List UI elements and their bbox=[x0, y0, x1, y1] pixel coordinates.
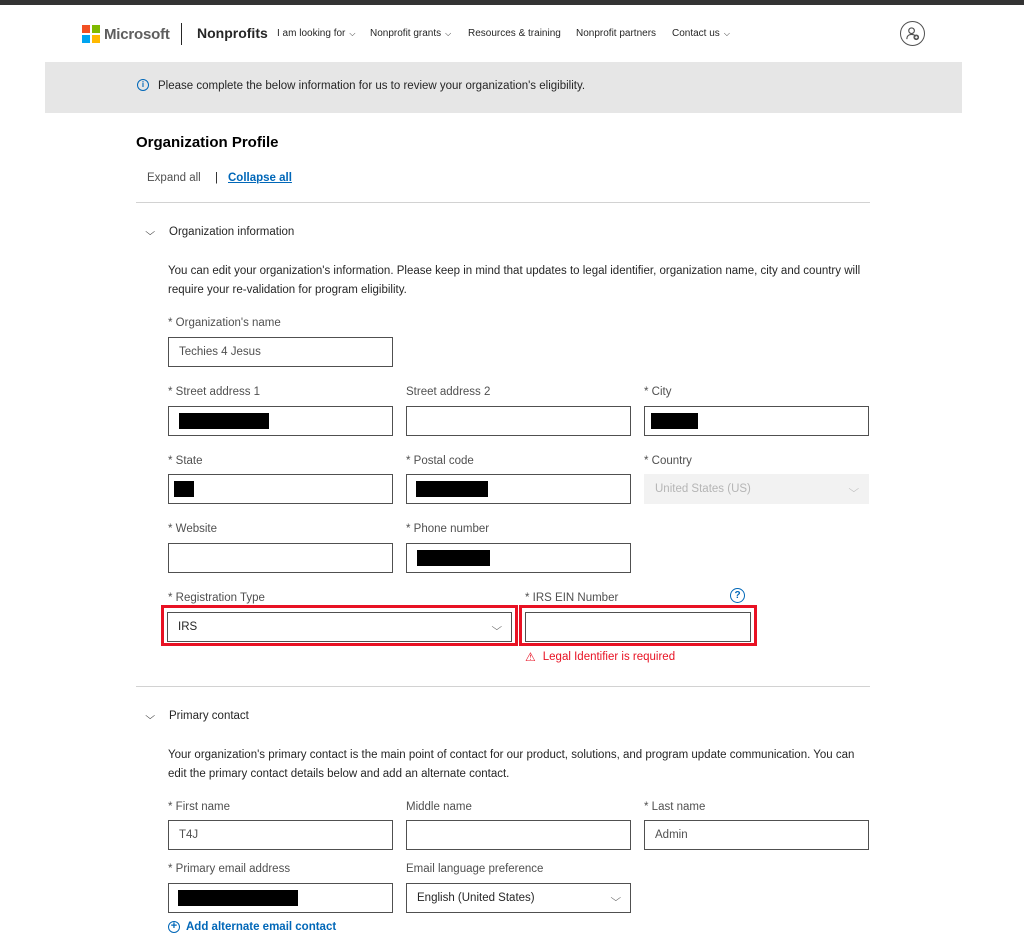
last-name-value: Admin bbox=[655, 829, 688, 841]
site-header: Microsoft Nonprofits I am looking for ⌵ … bbox=[0, 5, 1024, 62]
ein-label: * IRS EIN Number bbox=[525, 592, 619, 604]
nav-label: I am looking for bbox=[277, 28, 346, 39]
chevron-down-icon: ⌵ bbox=[610, 892, 622, 904]
chevron-down-icon: ⌵ bbox=[349, 28, 356, 38]
street2-label: Street address 2 bbox=[406, 386, 491, 398]
last-name-label: * Last name bbox=[644, 801, 706, 813]
street1-label: * Street address 1 bbox=[168, 386, 261, 398]
section-divider bbox=[136, 202, 870, 203]
phone-label: * Phone number bbox=[406, 523, 490, 535]
redacted-value bbox=[179, 413, 269, 429]
nav-nonprofit-partners[interactable]: Nonprofit partners bbox=[576, 28, 656, 39]
org-section-description: You can edit your organization's informa… bbox=[168, 265, 861, 296]
website-label: * Website bbox=[168, 523, 218, 535]
contact-section-description: Your organization's primary contact is t… bbox=[168, 749, 855, 780]
first-name-label: * First name bbox=[168, 801, 230, 813]
user-plus-icon[interactable] bbox=[900, 21, 925, 46]
error-text: Legal Identifier is required bbox=[542, 651, 676, 663]
nav-nonprofit-grants[interactable]: Nonprofit grants ⌵ bbox=[370, 28, 451, 39]
nav-label: Nonprofit grants bbox=[370, 28, 442, 39]
info-banner-text: Please complete the below information fo… bbox=[158, 80, 586, 92]
phone-field[interactable] bbox=[406, 543, 631, 573]
microsoft-logo-icon bbox=[82, 25, 100, 43]
first-name-field[interactable]: T4J bbox=[168, 820, 393, 850]
section-toggle-primary-contact[interactable]: ⌵ Primary contact bbox=[145, 710, 249, 722]
help-icon[interactable]: ? bbox=[730, 588, 745, 603]
section-heading: Organization information bbox=[169, 226, 295, 238]
street2-field[interactable] bbox=[406, 406, 631, 436]
redacted-value bbox=[416, 481, 488, 497]
add-circle-icon: + bbox=[168, 921, 180, 933]
nav-label: Nonprofit partners bbox=[576, 28, 657, 39]
state-field[interactable] bbox=[168, 474, 393, 504]
street1-field[interactable] bbox=[168, 406, 393, 436]
registration-type-label: * Registration Type bbox=[168, 592, 265, 604]
website-field[interactable] bbox=[168, 543, 393, 573]
primary-email-field[interactable] bbox=[168, 883, 393, 913]
chevron-down-icon: ⌵ bbox=[491, 621, 503, 633]
state-label: * State bbox=[168, 455, 203, 467]
redacted-value bbox=[178, 890, 298, 906]
chevron-down-icon: ⌵ bbox=[445, 28, 452, 38]
info-icon: i bbox=[137, 79, 149, 91]
country-value: United States (US) bbox=[655, 483, 751, 495]
primary-email-label: * Primary email address bbox=[168, 863, 291, 875]
org-name-field[interactable]: Techies 4 Jesus bbox=[168, 337, 393, 367]
chevron-down-icon: ⌵ bbox=[723, 28, 730, 38]
email-language-label: Email language preference bbox=[406, 863, 544, 875]
brand-link[interactable]: Nonprofits bbox=[197, 25, 268, 41]
header-divider bbox=[181, 23, 182, 45]
nav-i-am-looking-for[interactable]: I am looking for ⌵ bbox=[277, 28, 355, 39]
email-language-select[interactable]: English (United States) ⌵ bbox=[406, 883, 631, 913]
registration-type-select[interactable]: IRS ⌵ bbox=[167, 612, 512, 642]
redacted-value bbox=[651, 413, 698, 429]
org-name-value: Techies 4 Jesus bbox=[179, 346, 261, 358]
postal-code-label: * Postal code bbox=[406, 455, 474, 467]
nav-contact-us[interactable]: Contact us ⌵ bbox=[672, 28, 730, 39]
link-separator: | bbox=[215, 172, 218, 184]
page-title: Organization Profile bbox=[136, 134, 279, 151]
nav-label: Resources & training bbox=[468, 28, 561, 39]
middle-name-label: Middle name bbox=[406, 801, 472, 813]
add-alternate-label: Add alternate email contact bbox=[186, 921, 337, 933]
warning-icon: ⚠ bbox=[525, 650, 536, 664]
email-language-value: English (United States) bbox=[417, 892, 535, 904]
postal-code-field[interactable] bbox=[406, 474, 631, 504]
chevron-down-icon: ⌵ bbox=[145, 226, 156, 238]
chevron-down-icon: ⌵ bbox=[848, 483, 860, 495]
section-toggle-organization-info[interactable]: ⌵ Organization information bbox=[145, 226, 295, 238]
redacted-value bbox=[417, 550, 490, 566]
city-label: * City bbox=[644, 386, 672, 398]
first-name-value: T4J bbox=[179, 829, 199, 841]
ein-error-message: ⚠ Legal Identifier is required bbox=[525, 650, 675, 664]
chevron-down-icon: ⌵ bbox=[145, 710, 156, 722]
collapse-all-link[interactable]: Collapse all bbox=[228, 172, 292, 184]
add-alternate-email-link[interactable]: + Add alternate email contact bbox=[168, 921, 336, 933]
country-label: * Country bbox=[644, 455, 692, 467]
nav-label: Contact us bbox=[672, 28, 720, 39]
city-field[interactable] bbox=[644, 406, 869, 436]
redacted-value bbox=[174, 481, 194, 497]
microsoft-logo[interactable]: Microsoft bbox=[82, 25, 170, 43]
registration-type-value: IRS bbox=[178, 621, 198, 633]
last-name-field[interactable]: Admin bbox=[644, 820, 869, 850]
microsoft-logo-text: Microsoft bbox=[104, 25, 170, 43]
middle-name-field[interactable] bbox=[406, 820, 631, 850]
ein-field[interactable] bbox=[525, 612, 751, 642]
country-select: United States (US) ⌵ bbox=[644, 474, 869, 504]
section-heading: Primary contact bbox=[169, 710, 249, 722]
nav-resources-training[interactable]: Resources & training bbox=[468, 28, 561, 39]
org-name-label: * Organization's name bbox=[168, 317, 281, 329]
section-divider bbox=[136, 686, 870, 687]
expand-all-link[interactable]: Expand all bbox=[147, 172, 201, 184]
